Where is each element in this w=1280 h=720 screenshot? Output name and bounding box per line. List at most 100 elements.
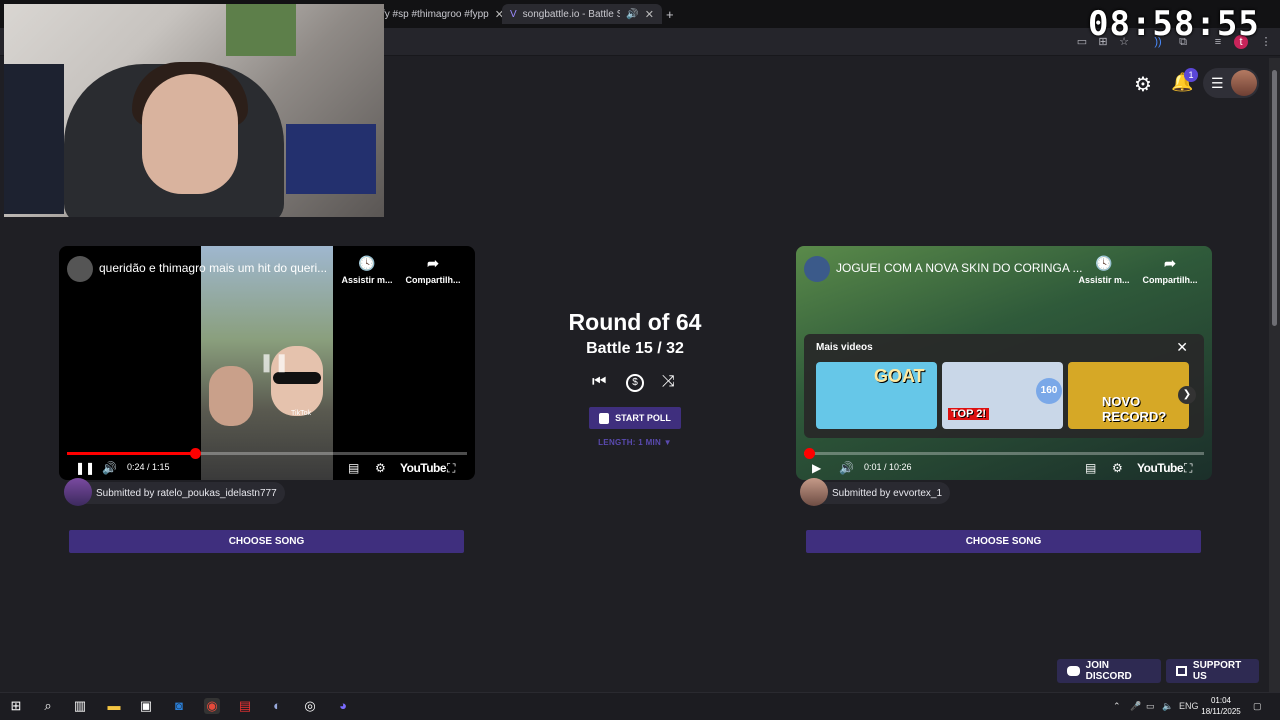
- more-videos-title: Mais videos: [816, 342, 873, 353]
- clock-icon: 🕓: [358, 255, 376, 271]
- previous-icon[interactable]: ⏮: [592, 373, 606, 391]
- settings-gear-icon[interactable]: ⚙: [1134, 72, 1152, 97]
- watch-later-label: Assistir m...: [341, 275, 393, 285]
- video-player-left[interactable]: TikTok ❚❚ queridão e thimagro mais um hi…: [59, 246, 475, 480]
- subtitles-icon[interactable]: ▤: [1085, 461, 1096, 475]
- store-icon[interactable]: ▣: [138, 698, 154, 714]
- progress-bar[interactable]: [804, 448, 1204, 459]
- round-title: Round of 64: [568, 309, 702, 335]
- steam-icon[interactable]: ◐: [269, 698, 285, 714]
- notification-center-icon[interactable]: ▢: [1253, 701, 1262, 712]
- volume-icon[interactable]: 🔊: [839, 461, 854, 475]
- submitter-avatar[interactable]: [64, 478, 92, 506]
- windows-taskbar: [0, 692, 1280, 720]
- share-button[interactable]: ➦ Compartilh...: [399, 255, 467, 285]
- support-us-label: SUPPORT US: [1192, 660, 1242, 682]
- file-explorer-icon[interactable]: ▬: [106, 698, 122, 714]
- tab-close-icon[interactable]: ✕: [495, 8, 502, 21]
- pause-overlay-icon[interactable]: ❚❚: [259, 352, 289, 373]
- taskbar-time: 01:04: [1210, 696, 1232, 705]
- chevron-right-icon[interactable]: ❯: [1178, 386, 1196, 404]
- notification-badge: 1: [1184, 68, 1198, 82]
- clock-icon: 🕓: [1095, 255, 1113, 271]
- thumbnail-label: TOP 2!: [948, 408, 990, 420]
- video-title[interactable]: queridão e thimagro mais um hit do queri…: [99, 261, 349, 275]
- subtitles-icon[interactable]: ▤: [348, 461, 359, 475]
- discord-icon: [1067, 666, 1080, 676]
- scrollbar-thumb[interactable]: [1272, 70, 1277, 326]
- video-title[interactable]: JOGUEI COM A NOVA SKIN DO CORINGA ...: [836, 261, 1086, 275]
- taskbar-date: 18/11/2025: [1201, 707, 1241, 716]
- taskbar-clock[interactable]: 01:04 18/11/2025: [1195, 695, 1247, 717]
- user-menu[interactable]: ☰: [1203, 68, 1259, 98]
- pause-icon[interactable]: ❚❚: [75, 461, 95, 475]
- outlook-icon[interactable]: ◙: [171, 698, 187, 714]
- watch-later-button[interactable]: 🕓 Assistir m...: [1070, 255, 1138, 285]
- windows-start-icon[interactable]: ⊞: [8, 698, 24, 714]
- join-discord-button[interactable]: JOIN DISCORD: [1057, 659, 1161, 683]
- webcam-overlay: [4, 4, 384, 217]
- task-view-icon[interactable]: ▥: [72, 698, 88, 714]
- microphone-icon[interactable]: 🎤: [1130, 701, 1141, 712]
- network-icon[interactable]: ▭: [1146, 701, 1155, 712]
- thumbnail-label: GOAT: [874, 366, 925, 386]
- thumbnail-label: NOVO RECORD?: [1102, 394, 1167, 424]
- youtube-logo[interactable]: YouTube: [400, 461, 447, 475]
- watch-later-button[interactable]: 🕓 Assistir m...: [333, 255, 401, 285]
- watch-later-label: Assistir m...: [1078, 275, 1130, 285]
- submitted-by-right: Submitted by evvortex_1: [800, 478, 951, 506]
- new-tab-button[interactable]: +: [666, 4, 680, 24]
- stream-clock: 08:58:55: [1088, 4, 1260, 44]
- fullscreen-icon[interactable]: ⛶: [1184, 461, 1192, 476]
- choose-song-right-button[interactable]: CHOOSE SONG: [806, 530, 1201, 553]
- support-us-button[interactable]: SUPPORT US: [1166, 659, 1259, 683]
- app-icon[interactable]: ▤: [236, 698, 254, 714]
- discord-taskbar-icon[interactable]: ◕: [335, 698, 351, 714]
- chrome-icon[interactable]: ◉: [204, 698, 220, 714]
- tab-audio-icon[interactable]: 🔊: [626, 9, 638, 20]
- tray-chevron-icon[interactable]: ⌃: [1113, 701, 1121, 712]
- tab-songbattle[interactable]: V songbattle.io - Battle Songs 🔊 ✕: [502, 4, 662, 24]
- tab-tiktok[interactable]: fy #sp #thimagroo #fypp ✕: [382, 4, 502, 24]
- submitter-avatar[interactable]: [800, 478, 828, 506]
- choose-song-left-button[interactable]: CHOOSE SONG: [69, 530, 464, 553]
- suggested-video-thumbnail[interactable]: GOAT: [816, 362, 937, 429]
- submitted-by-text: Submitted by ratelo_poukas_idelastn777: [96, 487, 277, 499]
- progress-bar[interactable]: [67, 448, 467, 459]
- start-poll-label: START POLL: [615, 413, 671, 423]
- user-avatar[interactable]: [1231, 70, 1257, 96]
- browser-menu-icon[interactable]: ⋮: [1259, 35, 1273, 49]
- volume-icon[interactable]: 🔊: [102, 461, 117, 475]
- settings-icon[interactable]: ⚙: [375, 461, 386, 475]
- tab-favicon-icon: V: [510, 8, 517, 20]
- share-arrow-icon: ➦: [1164, 255, 1176, 271]
- battle-counter: Battle 15 / 32: [586, 340, 684, 357]
- obs-icon[interactable]: ◎: [302, 698, 318, 714]
- shuffle-icon[interactable]: ⤨: [662, 373, 675, 391]
- progress-fill: [67, 452, 195, 455]
- search-icon[interactable]: ⌕: [40, 698, 56, 714]
- share-label: Compartilh...: [405, 275, 461, 285]
- play-icon[interactable]: ▶: [812, 461, 821, 475]
- poll-icon: [599, 412, 610, 424]
- channel-avatar[interactable]: [67, 256, 93, 282]
- fullscreen-icon[interactable]: ⛶: [447, 461, 455, 476]
- channel-avatar[interactable]: [804, 256, 830, 282]
- money-icon[interactable]: $: [626, 374, 644, 392]
- close-icon[interactable]: ✕: [1176, 339, 1188, 356]
- suggested-video-thumbnail[interactable]: NOVO RECORD?: [1068, 362, 1189, 429]
- thumbnail-badge: 160: [1036, 378, 1062, 404]
- tab-title: fy #sp #thimagroo #fypp: [382, 8, 489, 20]
- speaker-icon[interactable]: 🔈: [1162, 701, 1173, 712]
- submitted-by-left: Submitted by ratelo_poukas_idelastn777: [64, 478, 285, 506]
- hamburger-menu-icon[interactable]: ☰: [1211, 75, 1224, 92]
- length-dropdown[interactable]: LENGTH: 1 MIN ▼: [560, 438, 710, 447]
- start-poll-button[interactable]: START POLL: [589, 407, 681, 429]
- cast-icon[interactable]: ▭: [1075, 35, 1089, 49]
- video-player-right[interactable]: JOGUEI COM A NOVA SKIN DO CORINGA ... 🕓 …: [796, 246, 1212, 480]
- youtube-logo[interactable]: YouTube: [1137, 461, 1184, 475]
- tab-close-icon[interactable]: ✕: [645, 8, 654, 21]
- settings-icon[interactable]: ⚙: [1112, 461, 1123, 475]
- tiktok-watermark: TikTok: [291, 410, 311, 417]
- share-button[interactable]: ➦ Compartilh...: [1136, 255, 1204, 285]
